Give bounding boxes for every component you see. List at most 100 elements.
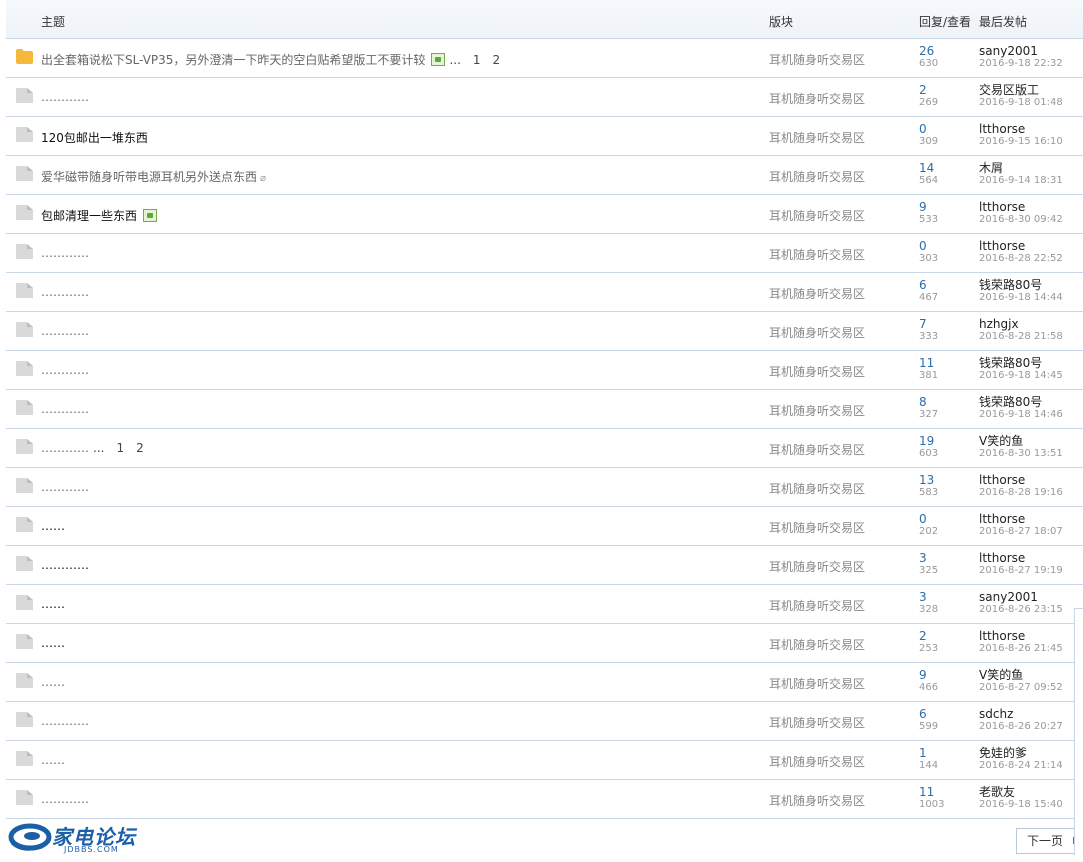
forum-link[interactable]: 耳机随身听交易区 [769, 402, 865, 419]
thread-title-link[interactable]: ………… [41, 792, 89, 806]
page-link[interactable]: 2 [493, 53, 501, 67]
reply-count[interactable]: 9 [919, 668, 927, 682]
logo-swirl-icon [8, 823, 52, 851]
last-poster[interactable]: sany2001 [979, 44, 1038, 58]
last-poster[interactable]: 钱荣路80号 [979, 356, 1042, 370]
reply-count[interactable]: 9 [919, 200, 927, 214]
thread-title-link[interactable]: ………… [41, 246, 89, 260]
thread-title-link[interactable]: 出全套箱说松下SL-VP35，另外澄清一下昨天的空白贴希望版工不要计较 [41, 53, 425, 67]
reply-count[interactable]: 8 [919, 395, 927, 409]
last-poster[interactable]: 钱荣路80号 [979, 278, 1042, 292]
view-count: 327 [919, 409, 939, 420]
page-link[interactable]: 1 [116, 441, 124, 455]
forum-link[interactable]: 耳机随身听交易区 [769, 675, 865, 692]
reply-count[interactable]: 0 [919, 239, 927, 253]
forum-link[interactable]: 耳机随身听交易区 [769, 207, 865, 224]
forum-link[interactable]: 耳机随身听交易区 [769, 129, 865, 146]
reply-count[interactable]: 26 [919, 44, 934, 58]
thread-title-link[interactable]: ………… [41, 558, 89, 572]
forum-link[interactable]: 耳机随身听交易区 [769, 480, 865, 497]
thread-row: ………… 耳机随身听交易区 11 1003 老歌友 2016-9-18 15:40 [6, 780, 1083, 819]
reply-count[interactable]: 14 [919, 161, 934, 175]
reply-count[interactable]: 3 [919, 590, 927, 604]
forum-link[interactable]: 耳机随身听交易区 [769, 636, 865, 653]
last-poster[interactable]: 交易区版工 [979, 83, 1039, 97]
thread-title-link[interactable]: ………… [41, 363, 89, 377]
last-post-date: 2016-8-26 23:15 [979, 604, 1063, 615]
site-logo[interactable]: 家电论坛 JDBBS.COM [8, 821, 138, 857]
thread-title-link[interactable]: ………… [41, 441, 89, 455]
last-poster[interactable]: 免娃的爹 [979, 746, 1027, 760]
page-link[interactable]: 2 [136, 441, 144, 455]
forum-link[interactable]: 耳机随身听交易区 [769, 90, 865, 107]
forum-link[interactable]: 耳机随身听交易区 [769, 168, 865, 185]
file-icon [16, 322, 33, 337]
reply-count[interactable]: 3 [919, 551, 927, 565]
thread-title-link[interactable]: ………… [41, 285, 89, 299]
last-poster[interactable]: 钱荣路80号 [979, 395, 1042, 409]
last-poster[interactable]: 老歌友 [979, 785, 1015, 799]
thread-row: …………... 1 2 耳机随身听交易区 19 603 V笑的鱼 2016-8-30 13:5… [6, 429, 1083, 468]
last-post-date: 2016-8-28 19:16 [979, 487, 1063, 498]
last-poster[interactable]: ltthorse [979, 239, 1025, 253]
reply-count[interactable]: 13 [919, 473, 934, 487]
last-poster[interactable]: sdchz [979, 707, 1013, 721]
reply-count[interactable]: 11 [919, 356, 934, 370]
forum-link[interactable]: 耳机随身听交易区 [769, 324, 865, 341]
forum-link[interactable]: 耳机随身听交易区 [769, 597, 865, 614]
last-poster[interactable]: 木屑 [979, 161, 1003, 175]
thread-title-link[interactable]: ………… [41, 714, 89, 728]
forum-link[interactable]: 耳机随身听交易区 [769, 753, 865, 770]
forum-link[interactable]: 耳机随身听交易区 [769, 363, 865, 380]
thread-title-link[interactable]: ………… [41, 402, 89, 416]
reply-count[interactable]: 11 [919, 785, 934, 799]
reply-count[interactable]: 6 [919, 707, 927, 721]
reply-count[interactable]: 19 [919, 434, 934, 448]
forum-link[interactable]: 耳机随身听交易区 [769, 51, 865, 68]
side-scroll-tab[interactable] [1074, 608, 1083, 855]
thread-title-link[interactable]: …… [41, 519, 65, 533]
last-poster[interactable]: ltthorse [979, 551, 1025, 565]
next-page-button[interactable]: 下一页 ▶ [1016, 828, 1083, 854]
thread-title-link[interactable]: 爱华磁带随身听带电源耳机另外送点东西 [41, 170, 257, 184]
last-poster[interactable]: ltthorse [979, 512, 1025, 526]
reply-count[interactable]: 6 [919, 278, 927, 292]
last-poster[interactable]: sany2001 [979, 590, 1038, 604]
page-link[interactable]: 1 [473, 53, 481, 67]
forum-link[interactable]: 耳机随身听交易区 [769, 714, 865, 731]
thread-title-link[interactable]: …… [41, 753, 65, 767]
reply-count[interactable]: 0 [919, 122, 927, 136]
last-poster[interactable]: ltthorse [979, 473, 1025, 487]
last-poster[interactable]: V笑的鱼 [979, 434, 1023, 448]
forum-link[interactable]: 耳机随身听交易区 [769, 558, 865, 575]
forum-link[interactable]: 耳机随身听交易区 [769, 246, 865, 263]
forum-link[interactable]: 耳机随身听交易区 [769, 519, 865, 536]
last-poster[interactable]: V笑的鱼 [979, 668, 1023, 682]
thread-title-cell: ………… [41, 324, 89, 338]
reply-count[interactable]: 1 [919, 746, 927, 760]
forum-link[interactable]: 耳机随身听交易区 [769, 441, 865, 458]
last-poster[interactable]: hzhgjx [979, 317, 1019, 331]
reply-count[interactable]: 2 [919, 629, 927, 643]
last-poster[interactable]: ltthorse [979, 629, 1025, 643]
thread-row: 出全套箱说松下SL-VP35，另外澄清一下昨天的空白贴希望版工不要计较... 1 2… [6, 39, 1083, 78]
thread-title-cell: ………… [41, 714, 89, 728]
thread-title-link[interactable]: ………… [41, 90, 89, 104]
last-poster[interactable]: ltthorse [979, 122, 1025, 136]
reply-count[interactable]: 2 [919, 83, 927, 97]
reply-count[interactable]: 7 [919, 317, 927, 331]
forum-link[interactable]: 耳机随身听交易区 [769, 285, 865, 302]
thread-title-link[interactable]: …… [41, 675, 65, 689]
thread-title-link[interactable]: ………… [41, 324, 89, 338]
thread-title-link[interactable]: 包邮清理一些东西 [41, 209, 137, 223]
thread-title-link[interactable]: ………… [41, 480, 89, 494]
thread-title-link[interactable]: …… [41, 636, 65, 650]
thread-row: ………… 耳机随身听交易区 2 269 交易区版工 2016-9-18 01:48 [6, 78, 1083, 117]
file-icon [16, 517, 33, 532]
reply-count[interactable]: 0 [919, 512, 927, 526]
thread-title-link[interactable]: 120包邮出一堆东西 [41, 131, 148, 145]
view-count: 583 [919, 487, 939, 498]
thread-title-link[interactable]: …… [41, 597, 65, 611]
last-poster[interactable]: ltthorse [979, 200, 1025, 214]
forum-link[interactable]: 耳机随身听交易区 [769, 792, 865, 809]
